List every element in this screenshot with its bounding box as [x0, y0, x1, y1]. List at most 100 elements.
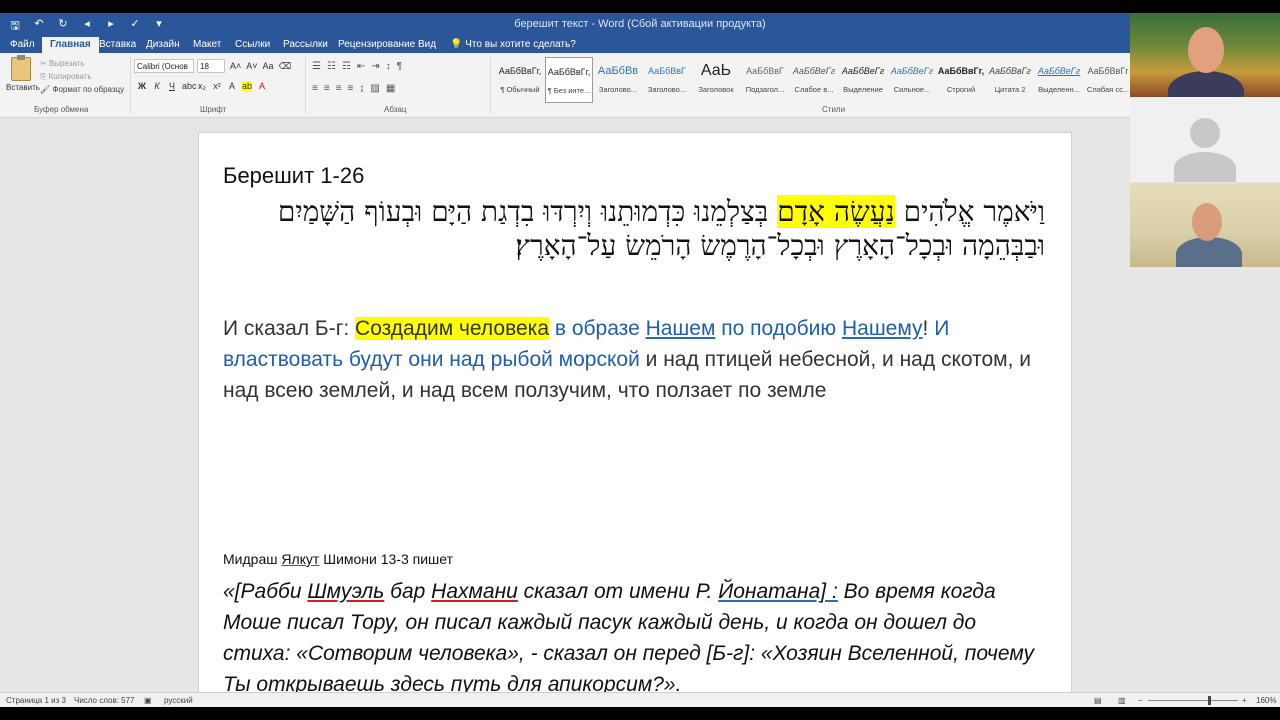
style-subtle-emphasis[interactable]: АаБбВеГг Слабое в...	[790, 57, 838, 103]
tell-me-box[interactable]: 💡 Что вы хотите сделать?	[450, 39, 576, 50]
hebrew-highlight: נַעֲשֶׂה אָדָם	[777, 195, 895, 228]
numbering-icon[interactable]: ☷	[327, 61, 336, 72]
style-heading-1[interactable]: АаБбВв Заголово...	[594, 57, 642, 103]
tab-home[interactable]: Главная	[42, 37, 99, 53]
clear-format-icon[interactable]: ⌫	[279, 61, 292, 72]
language[interactable]: русский	[164, 696, 193, 705]
zoom-level[interactable]: 160%	[1256, 696, 1276, 705]
strikethrough-icon[interactable]: abc	[182, 81, 197, 91]
print-layout-icon[interactable]: ▥	[1118, 696, 1126, 705]
zoom-out-icon[interactable]: −	[1138, 696, 1143, 705]
justify-icon[interactable]: ≡	[348, 83, 354, 94]
text-effects-icon[interactable]: A	[227, 81, 237, 91]
paragraph-align-controls: ≡ ≡ ≡ ≡ ↨ ▨ ▦	[312, 83, 395, 94]
tell-me-text: Что вы хотите сделать?	[465, 39, 576, 50]
sort-icon[interactable]: ↕	[386, 61, 391, 72]
borders-icon[interactable]: ▦	[386, 83, 395, 94]
style-sample: АаЬ	[700, 62, 732, 79]
style-name: Заголово...	[647, 85, 687, 94]
style-name: Слабая сс...	[1086, 85, 1130, 94]
copy-button[interactable]: ⎘ Копировать	[40, 70, 124, 83]
show-marks-icon[interactable]: ¶	[397, 61, 402, 72]
style-intense-emphasis[interactable]: АаБбВеГг Сильное...	[888, 57, 936, 103]
group-label-styles: Стили	[822, 105, 846, 114]
font-name-box[interactable]: Calibri (Основ	[134, 59, 194, 73]
proofing-icon[interactable]: ▣	[144, 696, 152, 705]
document-page[interactable]: Берешит 1-26 וַיֹּאמֶר אֱלֹהִים נַעֲשֶׂה…	[198, 132, 1072, 692]
style-heading-2[interactable]: АаБбВвГ Заголово...	[643, 57, 691, 103]
highlight-icon[interactable]: ab	[242, 81, 252, 91]
tab-file[interactable]: Файл	[10, 39, 35, 50]
ru-text-blue-underlined: Нашему	[841, 317, 923, 340]
shrink-font-icon[interactable]: A˅	[246, 61, 257, 72]
multilevel-icon[interactable]: ☶	[342, 61, 351, 72]
russian-translation: И сказал Б-г: Создадим человека в образе…	[223, 313, 1045, 406]
person-head	[1188, 27, 1224, 73]
style-sample: АаБбВвГг	[989, 66, 1031, 76]
page-count[interactable]: Страница 1 из 3	[6, 696, 66, 705]
tab-layout[interactable]: Макет	[193, 39, 221, 50]
tab-mailings[interactable]: Рассылки	[283, 39, 328, 50]
line-spacing-icon[interactable]: ↨	[359, 83, 364, 94]
increase-indent-icon[interactable]: ⇥	[371, 61, 379, 72]
group-separator	[305, 57, 306, 113]
zoom-in-icon[interactable]: +	[1242, 696, 1247, 705]
bold-icon[interactable]: Ж	[137, 81, 147, 91]
zoom-slider[interactable]	[1148, 700, 1238, 701]
style-name: ¶ Обычный	[500, 85, 540, 94]
style-sample: АаБбВвГг,	[937, 66, 985, 76]
superscript-icon[interactable]: x²	[212, 81, 222, 91]
font-color-icon[interactable]: A	[257, 81, 267, 91]
shading-icon[interactable]: ▨	[370, 83, 379, 94]
style-name: Строгий	[946, 85, 976, 94]
italic-icon[interactable]: К	[152, 81, 162, 91]
align-center-icon[interactable]: ≡	[324, 83, 330, 94]
style-no-spacing[interactable]: АаБбВвГг, ¶ Без инте...	[545, 57, 593, 103]
decrease-indent-icon[interactable]: ⇤	[357, 61, 365, 72]
ru-text: !	[922, 317, 935, 340]
document-area[interactable]: Берешит 1-26 וַיֹּאמֶר אֱלֹהִים נַעֲשֶׂה…	[0, 118, 1280, 692]
lightbulb-icon: 💡	[450, 39, 463, 50]
video-tile-participant-1[interactable]	[1130, 13, 1280, 97]
style-quote[interactable]: АаБбВвГг Цитата 2	[986, 57, 1034, 103]
style-intense-quote[interactable]: АаБбВеГг Выделенн...	[1035, 57, 1083, 103]
tab-view[interactable]: Вид	[418, 39, 436, 50]
video-tile-participant-2[interactable]	[1130, 98, 1280, 182]
video-tile-participant-3[interactable]	[1130, 183, 1280, 267]
hebrew-verse: וַיֹּאמֶר אֱלֹהִים נַעֲשֶׂה אָדָם בְּצַל…	[223, 195, 1045, 263]
style-sample: АаБбВвГ	[648, 66, 686, 76]
change-case-icon[interactable]: Aa	[263, 61, 274, 72]
paste-label: Вставить	[6, 83, 40, 92]
style-title[interactable]: АаЬ Заголовок	[692, 57, 740, 103]
subscript-icon[interactable]: x₂	[197, 81, 207, 91]
tab-insert[interactable]: Вставка	[99, 39, 136, 50]
style-sample: АаБбВв	[597, 65, 639, 77]
style-subtitle[interactable]: АаБбВвГ Подзагол...	[741, 57, 789, 103]
align-right-icon[interactable]: ≡	[336, 83, 342, 94]
read-mode-icon[interactable]: ▤	[1094, 696, 1102, 705]
quote-text: бар	[384, 580, 432, 603]
style-emphasis[interactable]: АаБбВеГг Выделение	[839, 57, 887, 103]
styles-gallery: АаБбВвГг, ¶ Обычный АаБбВвГг, ¶ Без инте..…	[496, 57, 1133, 103]
style-subtle-reference[interactable]: АаБбВвГг Слабая сс...	[1084, 57, 1132, 103]
style-sample: АаБбВвГг	[1087, 66, 1129, 76]
style-strong[interactable]: АаБбВвГг, Строгий	[937, 57, 985, 103]
tab-references[interactable]: Ссылки	[235, 39, 270, 50]
word-count[interactable]: Число слов: 577	[74, 696, 134, 705]
align-left-icon[interactable]: ≡	[312, 83, 318, 94]
title-bar: 🖫 ↶ ↻ ◂ ▸ ✓ ▾ берешит текст - Word (Сбой…	[0, 13, 1280, 37]
paste-button[interactable]: Вставить	[6, 55, 40, 92]
tab-review[interactable]: Рецензирование	[338, 39, 415, 50]
font-size-box[interactable]: 18	[197, 59, 225, 73]
tab-design[interactable]: Дизайн	[146, 39, 180, 50]
cut-button[interactable]: ✂ Вырезать	[40, 57, 124, 70]
bullets-icon[interactable]: ☰	[312, 61, 321, 72]
style-normal[interactable]: АаБбВвГг, ¶ Обычный	[496, 57, 544, 103]
grow-font-icon[interactable]: A˄	[230, 61, 241, 72]
window-title: берешит текст - Word (Сбой активации про…	[514, 18, 766, 30]
format-painter-button[interactable]: 🖌 Формат по образцу	[40, 83, 124, 96]
zoom-slider-thumb[interactable]	[1208, 696, 1211, 705]
underline-icon[interactable]: Ч	[167, 81, 177, 91]
group-separator	[130, 57, 131, 113]
person-body	[1168, 71, 1244, 97]
